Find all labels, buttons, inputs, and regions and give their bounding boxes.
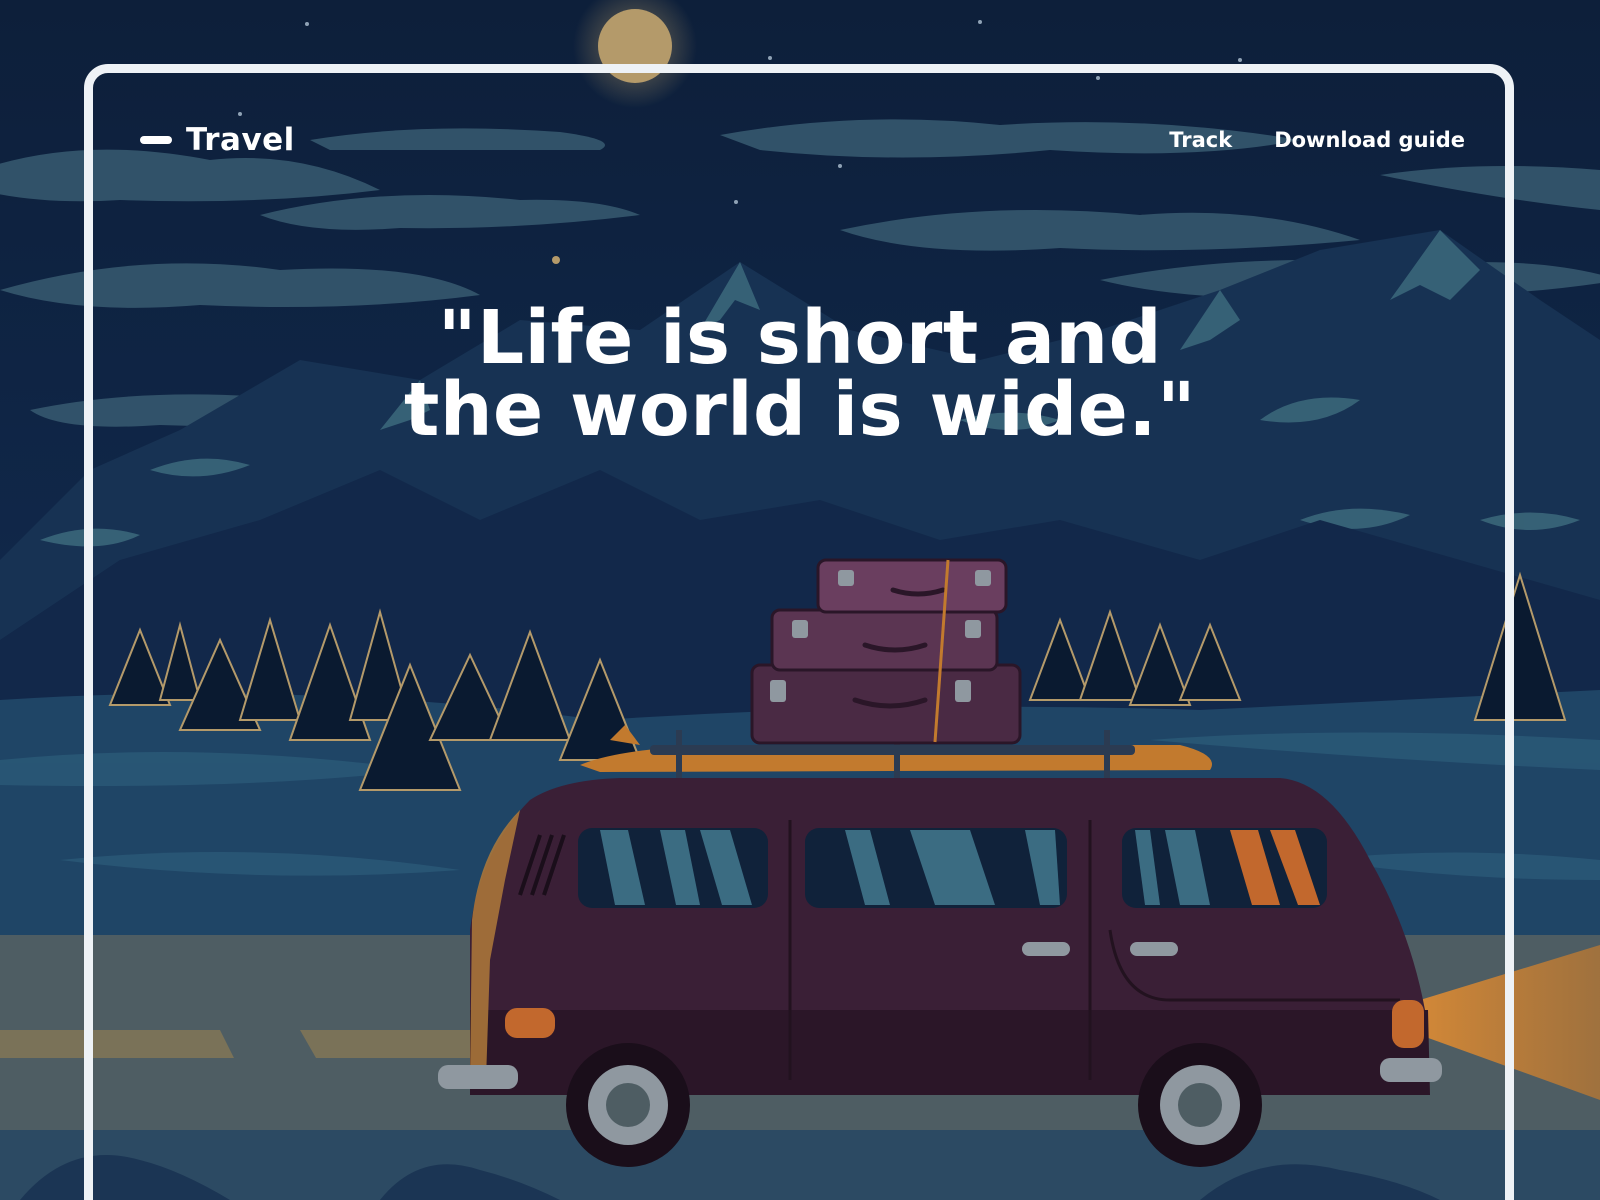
rear-bumper: [438, 1065, 518, 1089]
nav-download-guide[interactable]: Download guide: [1274, 128, 1465, 152]
tail-light: [505, 1008, 555, 1038]
hero-quote-line-2: the world is wide.": [403, 367, 1197, 453]
front-bumper: [1380, 1058, 1442, 1082]
brand-name: Travel: [186, 122, 295, 158]
hero-quote: "Life is short and the world is wide.": [0, 295, 1600, 453]
brand-logo[interactable]: Travel: [140, 122, 295, 158]
van-windows: [578, 828, 1327, 908]
nav-track[interactable]: Track: [1169, 128, 1232, 152]
head-light: [1392, 1000, 1424, 1048]
moon-icon: [598, 9, 672, 83]
suitcase-middle: [770, 608, 999, 672]
top-nav: Track Download guide: [1169, 128, 1465, 152]
front-wheel: [1138, 1043, 1262, 1167]
landing-page: Travel Track Download guide "Life is sho…: [0, 0, 1600, 1200]
hero-quote-line-1: "Life is short and: [437, 295, 1163, 381]
rear-wheel: [566, 1043, 690, 1167]
roof-rack: [650, 745, 1135, 755]
night-road-trip-illustration: [0, 0, 1600, 1200]
brand-dash-icon: [140, 136, 172, 144]
